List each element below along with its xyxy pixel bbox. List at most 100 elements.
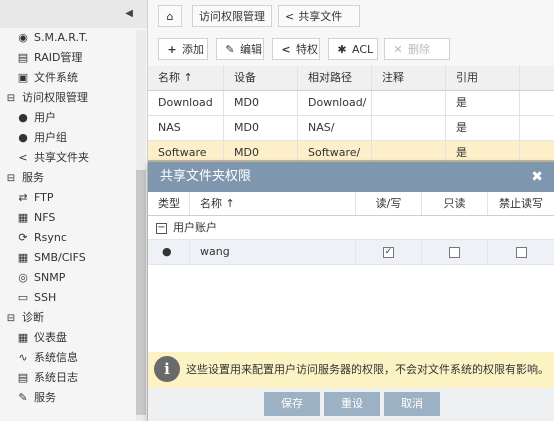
sidebar-item-smart[interactable]: ◉ S.M.A.R.T. [0,28,135,48]
sidebar: ◀ ◉ S.M.A.R.T. ▤ RAID管理 ▣ 文件系统 ⊟ 访问权限管理 ● 用户 … [0,0,148,421]
cell-device: MD0 [224,91,298,115]
toolbar: +添加 ✎编辑 <特权 ✱ACL ✕删除▾ [148,32,554,78]
raid-icon: ▤ [17,51,29,64]
column-extra [520,66,554,90]
close-icon: ✕ [393,43,403,56]
column-device[interactable]: 设备 [224,66,298,90]
column-referenced[interactable]: 引用 [446,66,520,90]
read-write-checkbox[interactable]: ✓ [383,246,394,258]
reset-button[interactable]: 重设 [324,392,380,416]
cell-extra [520,91,554,115]
smb-icon: ▦ [17,251,29,264]
collapse-minus-icon[interactable]: − [156,222,167,234]
sidebar-item-nfs[interactable]: ▦ NFS [0,208,135,228]
cell-referenced: 是 [446,116,520,140]
sidebar-item-syslog[interactable]: ▤ 系统日志 [0,368,135,388]
delete-button[interactable]: ✕删除▾ [384,38,450,78]
sidebar-header: ◀ [0,0,147,28]
sidebar-item-groups[interactable]: ● 用户组 [0,128,135,148]
sidebar-item-services[interactable]: ✎ 服务 [0,388,135,408]
ftp-icon: ⇄ [18,191,28,204]
column-read-write[interactable]: 读/写 [356,192,422,215]
cell-path: Download/ [298,91,372,115]
sidebar-item-users[interactable]: ● 用户 [0,108,135,128]
sidebar-item-rsync[interactable]: ⟳ Rsync [0,228,135,248]
column-comment[interactable]: 注释 [372,66,446,90]
info-icon: i [154,356,180,382]
save-button[interactable]: 保存 [264,392,320,416]
cell-name: Download [148,91,224,115]
column-type[interactable]: 类型 [148,192,190,215]
minus-icon: ⊟ [6,173,16,184]
chevron-left-icon[interactable]: ◀ [125,8,133,19]
home-button[interactable]: ⌂ [158,5,182,27]
cell-extra [520,116,554,140]
smart-icon: ◉ [18,31,28,44]
sysinfo-icon: ∿ [18,351,28,364]
minus-icon: ⊟ [6,93,16,104]
breadcrumb-access-management[interactable]: 访问权限管理 [192,5,272,27]
share-icon: < [281,43,291,56]
snmp-icon: ◎ [18,271,28,284]
sidebar-item-dashboard[interactable]: ▦ 仪表盘 [0,328,135,348]
sidebar-item-sysinfo[interactable]: ∿ 系统信息 [0,348,135,368]
dialog-title: 共享文件夹权限 [160,169,252,184]
group-icon: ● [18,131,28,144]
acl-button[interactable]: ✱ ACL [328,38,378,60]
group-label: − 用户账户 [156,221,217,234]
sidebar-item-ssh[interactable]: ▭ SSH [0,288,135,308]
dialog-footer: 保存 重设 取消 [148,388,554,421]
info-banner: i 这些设置用来配置用户访问服务器的权限，不会对文件系统的权限有影响。 [148,352,554,388]
read-only-checkbox[interactable] [449,246,460,258]
cell-comment [372,91,446,115]
sidebar-scrollbar-thumb[interactable] [136,170,146,415]
cancel-button[interactable]: 取消 [384,392,440,416]
sidebar-item-ftp[interactable]: ⇄ FTP [0,188,135,208]
column-name[interactable]: 名称 ↑ [148,66,224,90]
plus-icon: + [167,43,177,56]
cell-username: wang [190,240,356,264]
close-icon[interactable]: ✖ [531,162,543,192]
sidebar-section-services[interactable]: ⊟ 服务 [0,168,135,188]
sidebar-item-filesystem[interactable]: ▣ 文件系统 [0,68,135,88]
syslog-icon: ▤ [17,371,29,384]
filesystem-icon: ▣ [17,71,29,84]
dialog-header[interactable]: 共享文件夹权限 ✖ [148,162,554,192]
permissions-header: 类型 名称 ↑ 读/写 只读 禁止读写 [148,192,554,216]
permission-row-user[interactable]: ● wang ✓ [148,240,554,265]
sidebar-section-diagnostics[interactable]: ⊟ 诊断 [0,308,135,328]
sidebar-section-access[interactable]: ⊟ 访问权限管理 [0,88,135,108]
breadcrumb: ⌂ 访问权限管理 <共享文件夹 [148,0,554,45]
share-icon: < [18,151,28,164]
no-access-checkbox[interactable] [515,246,527,258]
sidebar-item-snmp[interactable]: ◎ SNMP [0,268,135,288]
add-button[interactable]: + 添加 [158,38,208,60]
cell-read-write: ✓ [356,240,422,264]
ssh-icon: ▭ [17,291,29,304]
group-row-user-accounts[interactable]: − 用户账户 [148,216,554,240]
column-name[interactable]: 名称 ↑ [190,192,356,215]
cell-referenced: 是 [446,91,520,115]
cell-name: NAS [148,116,224,140]
acl-icon: ✱ [337,43,347,56]
column-read-only[interactable]: 只读 [422,192,488,215]
sidebar-item-smb[interactable]: ▦ SMB/CIFS [0,248,135,268]
table-row[interactable]: Download MD0 Download/ 是 [148,91,554,116]
wrench-icon: ✎ [18,391,28,404]
edit-button[interactable]: ✎ 编辑 [216,38,264,60]
cell-comment [372,116,446,140]
sort-arrow-icon: ↑ [225,197,235,210]
home-icon: ⌂ [166,10,174,23]
sidebar-item-shared-folders[interactable]: < 共享文件夹 [0,148,135,168]
edit-icon: ✎ [225,43,235,56]
breadcrumb-shared-folders[interactable]: <共享文件夹 [278,5,360,45]
sidebar-item-raid[interactable]: ▤ RAID管理 [0,48,135,68]
cell-read-only [422,240,488,264]
dashboard-icon: ▦ [17,331,29,344]
column-path[interactable]: 相对路径 [298,66,372,90]
privileges-button[interactable]: < 特权 [272,38,320,60]
column-no-access[interactable]: 禁止读写 [488,192,554,215]
sidebar-list: ◉ S.M.A.R.T. ▤ RAID管理 ▣ 文件系统 ⊟ 访问权限管理 ● 用户 ● 用… [0,28,135,408]
cell-device: MD0 [224,116,298,140]
table-row[interactable]: NAS MD0 NAS/ 是 [148,116,554,141]
